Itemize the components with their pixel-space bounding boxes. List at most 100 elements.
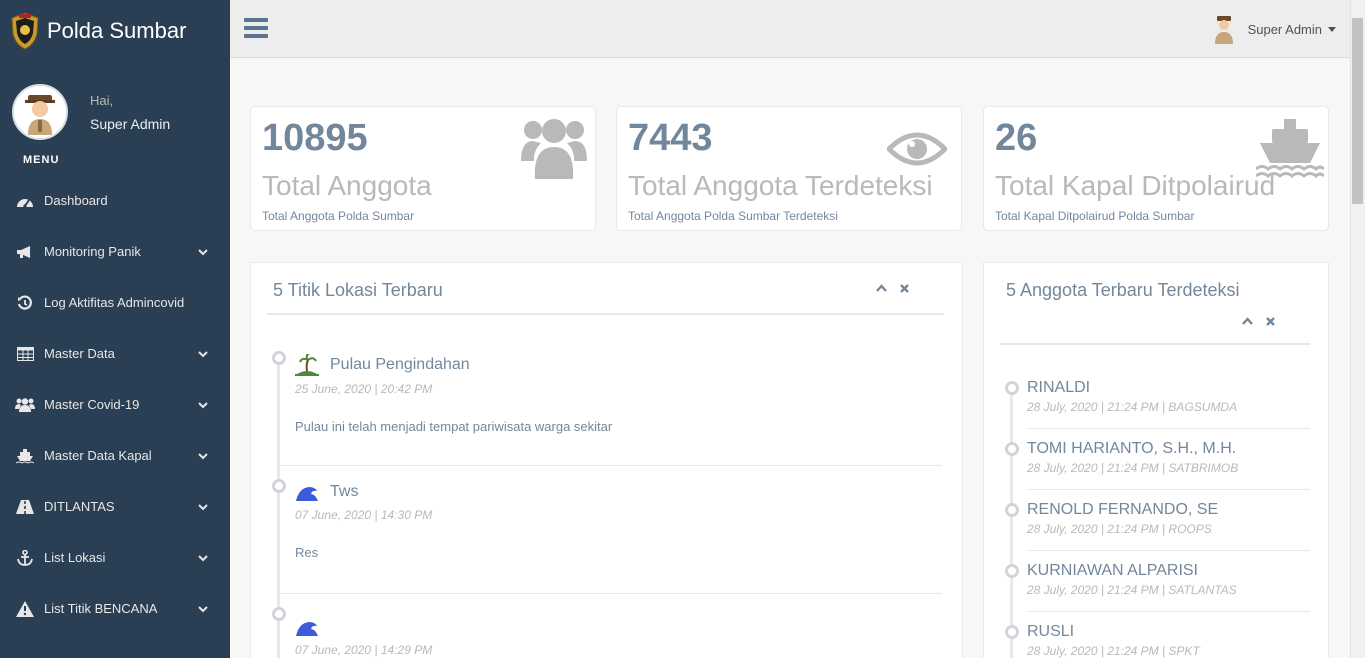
ship-icon xyxy=(14,448,36,464)
item-divider xyxy=(1027,428,1310,429)
location-description: Res xyxy=(295,545,319,560)
close-icon[interactable] xyxy=(899,283,910,294)
member-item[interactable]: RINALDI 28 July, 2020 | 21:24 PM | BAGSU… xyxy=(1027,379,1310,414)
stat-count: 26 xyxy=(995,117,1038,159)
location-timestamp: 25 June, 2020 | 20:42 PM xyxy=(295,382,433,396)
member-item[interactable]: TOMI HARIANTO, S.H., M.H. 28 July, 2020 … xyxy=(1027,440,1310,475)
sidebar-item-label: Master Data xyxy=(44,346,115,361)
sidebar-item-dashboard[interactable]: Dashboard xyxy=(0,175,230,226)
scrollbar-thumb[interactable] xyxy=(1352,18,1363,204)
latest-members-panel: 5 Anggota Terbaru Terdeteksi RINALDI 28 … xyxy=(983,262,1329,658)
item-divider xyxy=(1027,550,1310,551)
anchor-icon xyxy=(14,549,36,566)
menu-title: MENU xyxy=(23,154,60,166)
location-description: Pulau ini telah menjadi tempat pariwisat… xyxy=(295,419,613,434)
chevron-down-icon xyxy=(198,503,208,510)
member-name: RENOLD FERNANDO, SE xyxy=(1027,501,1219,518)
profile-name: Super Admin xyxy=(90,116,171,132)
dashboard-icon xyxy=(14,193,36,209)
location-name: Tws xyxy=(330,483,359,500)
member-timestamp: 28 July, 2020 | 21:24 PM | BAGSUMDA xyxy=(1027,400,1238,414)
page-scrollbar[interactable] xyxy=(1350,0,1365,658)
sidebar-item-log-aktifitas[interactable]: Log Aktifitas Admincovid xyxy=(0,277,230,328)
sidebar-item-master-data[interactable]: Master Data xyxy=(0,328,230,379)
sidebar-item-list-lokasi[interactable]: List Lokasi xyxy=(0,532,230,583)
location-timestamp: 07 June, 2020 | 14:29 PM xyxy=(295,643,433,657)
brand-name: Polda Sumbar xyxy=(47,18,187,43)
member-name: RUSLI xyxy=(1027,623,1075,640)
sidebar-item-label: Master Data Kapal xyxy=(44,448,152,463)
member-timestamp: 28 July, 2020 | 21:24 PM | SATBRIMOB xyxy=(1027,461,1239,475)
collapse-icon[interactable] xyxy=(876,283,887,294)
user-avatar-icon xyxy=(1214,16,1233,44)
chevron-down-icon xyxy=(198,248,208,255)
sidebar-item-list-titik-bencana[interactable]: List Titik BENCANA xyxy=(0,583,230,634)
stat-count: 7443 xyxy=(628,117,713,159)
chevron-down-icon xyxy=(198,401,208,408)
chevron-down-icon xyxy=(198,605,208,612)
sidebar: Polda Sumbar Hai, Super Admin MENU Dashb… xyxy=(0,0,230,658)
user-menu-dropdown[interactable]: Super Admin xyxy=(1210,14,1336,44)
sidebar-item-label: Monitoring Panik xyxy=(44,244,141,259)
chevron-down-icon xyxy=(198,554,208,561)
member-item[interactable]: RENOLD FERNANDO, SE 28 July, 2020 | 21:2… xyxy=(1027,501,1310,536)
history-icon xyxy=(14,294,36,311)
sidebar-item-label: List Lokasi xyxy=(44,550,106,565)
timeline-dot xyxy=(1005,625,1019,639)
avatar[interactable] xyxy=(12,84,68,140)
users-icon xyxy=(14,397,36,413)
stat-title: Total Anggota xyxy=(262,170,432,201)
location-name: Pulau Pengindahan xyxy=(330,356,470,373)
warning-icon xyxy=(14,600,36,617)
sidebar-item-label: List Titik BENCANA xyxy=(44,601,158,616)
brand[interactable]: Polda Sumbar xyxy=(0,0,230,62)
top-navbar: Super Admin xyxy=(230,0,1350,58)
timeline-dot xyxy=(1005,564,1019,578)
member-name: KURNIAWAN ALPARISI xyxy=(1027,562,1198,579)
collapse-icon[interactable] xyxy=(1242,316,1253,327)
member-name: RINALDI xyxy=(1027,379,1091,396)
eye-icon xyxy=(887,132,947,166)
sidebar-item-monitoring-panik[interactable]: Monitoring Panik xyxy=(0,226,230,277)
chevron-down-icon xyxy=(198,350,208,357)
sidebar-item-label: Log Aktifitas Admincovid xyxy=(44,295,185,310)
timeline-dot xyxy=(272,607,286,621)
sidebar-item-master-covid[interactable]: Master Covid-19 xyxy=(0,379,230,430)
sidebar-item-ditlantas[interactable]: DITLANTAS xyxy=(0,481,230,532)
panel-title: 5 Titik Lokasi Terbaru xyxy=(273,280,443,300)
police-badge-icon xyxy=(11,12,39,50)
latest-locations-panel: 5 Titik Lokasi Terbaru Pulau Pengindahan… xyxy=(250,262,963,658)
member-item[interactable]: RUSLI 28 July, 2020 | 21:24 PM | SPKT xyxy=(1027,623,1310,658)
sidebar-item-master-data-kapal[interactable]: Master Data Kapal xyxy=(0,430,230,481)
timeline-dot xyxy=(272,351,286,365)
item-divider xyxy=(1027,611,1310,612)
stat-title: Total Anggota Terdeteksi xyxy=(628,170,933,201)
panel-divider xyxy=(1000,343,1310,345)
timeline-item[interactable]: Tws 07 June, 2020 | 14:30 PM Res xyxy=(295,482,942,560)
road-icon xyxy=(14,499,36,515)
member-timestamp: 28 July, 2020 | 21:24 PM | ROOPS xyxy=(1027,522,1212,536)
stat-tile-total-anggota: 10895 Total Anggota Total Anggota Polda … xyxy=(250,106,596,231)
stat-description: Total Anggota Polda Sumbar Terdeteksi xyxy=(628,209,838,223)
timeline-item[interactable]: 07 June, 2020 | 14:29 PM xyxy=(295,617,942,657)
location-timestamp: 07 June, 2020 | 14:30 PM xyxy=(295,508,433,522)
chevron-down-icon xyxy=(198,452,208,459)
sidebar-item-label: Dashboard xyxy=(44,193,108,208)
menu-toggle-icon[interactable] xyxy=(244,18,268,40)
timeline-dot xyxy=(1005,381,1019,395)
stat-title: Total Kapal Ditpolairud xyxy=(995,170,1276,201)
item-divider xyxy=(277,593,942,594)
close-icon[interactable] xyxy=(1265,316,1276,327)
stat-tile-total-kapal: 26 Total Kapal Ditpolairud Total Kapal D… xyxy=(983,106,1329,231)
panel-toolbox xyxy=(1242,316,1276,327)
member-item[interactable]: KURNIAWAN ALPARISI 28 July, 2020 | 21:24… xyxy=(1027,562,1310,597)
user-menu-name: Super Admin xyxy=(1247,21,1322,37)
panel-title: 5 Anggota Terbaru Terdeteksi xyxy=(1006,280,1240,300)
stat-tile-total-terdeteksi: 7443 Total Anggota Terdeteksi Total Angg… xyxy=(616,106,962,231)
timeline-item[interactable]: Pulau Pengindahan 25 June, 2020 | 20:42 … xyxy=(295,354,942,434)
stat-description: Total Anggota Polda Sumbar xyxy=(262,209,415,223)
item-divider xyxy=(1027,489,1310,490)
timeline-dot xyxy=(1005,503,1019,517)
bullhorn-icon xyxy=(14,244,36,260)
greeting: Hai, xyxy=(90,93,114,108)
